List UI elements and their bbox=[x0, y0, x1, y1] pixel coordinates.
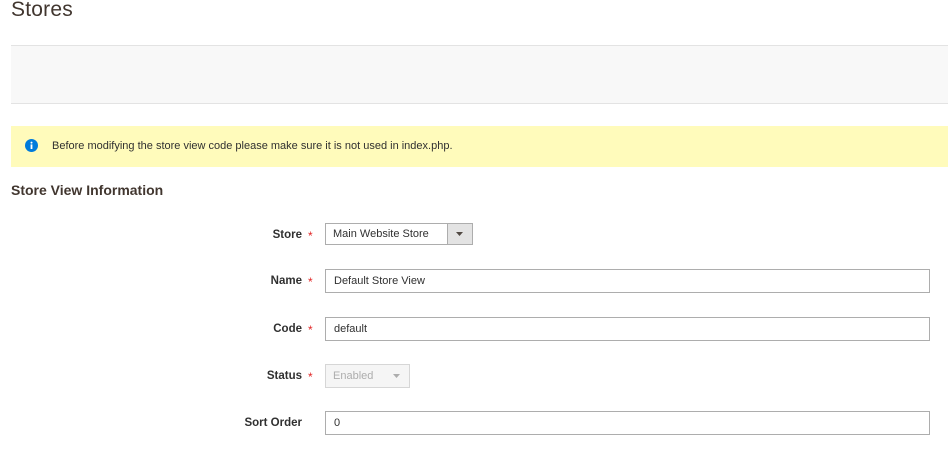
required-indicator: * bbox=[308, 275, 313, 289]
code-input[interactable]: default bbox=[325, 317, 930, 341]
sort-order-input[interactable]: 0 bbox=[325, 411, 930, 435]
sort-order-label: Sort Order bbox=[244, 417, 302, 429]
notice-text: Before modifying the store view code ple… bbox=[52, 140, 453, 152]
code-label: Code bbox=[273, 323, 302, 335]
status-label: Status bbox=[266, 370, 302, 382]
page-title: Stores bbox=[11, 0, 73, 21]
chevron-down-icon bbox=[393, 374, 400, 378]
name-label: Name bbox=[270, 275, 302, 287]
status-select-value: Enabled bbox=[333, 370, 374, 382]
section-title: Store View Information bbox=[11, 182, 164, 198]
info-notice: Before modifying the store view code ple… bbox=[11, 126, 948, 167]
required-indicator: * bbox=[308, 229, 313, 243]
status-select: Enabled bbox=[325, 364, 410, 388]
store-select-toggle[interactable] bbox=[447, 224, 472, 244]
page-actions-bar bbox=[11, 45, 948, 104]
status-select-toggle bbox=[384, 365, 409, 387]
name-input[interactable]: Default Store View bbox=[325, 269, 930, 293]
store-label: Store bbox=[272, 229, 302, 241]
store-select-value: Main Website Store bbox=[333, 228, 429, 240]
store-select[interactable]: Main Website Store bbox=[325, 223, 473, 245]
required-indicator: * bbox=[308, 323, 313, 337]
info-icon bbox=[25, 139, 38, 152]
chevron-down-icon bbox=[456, 232, 463, 236]
required-indicator: * bbox=[308, 370, 313, 384]
